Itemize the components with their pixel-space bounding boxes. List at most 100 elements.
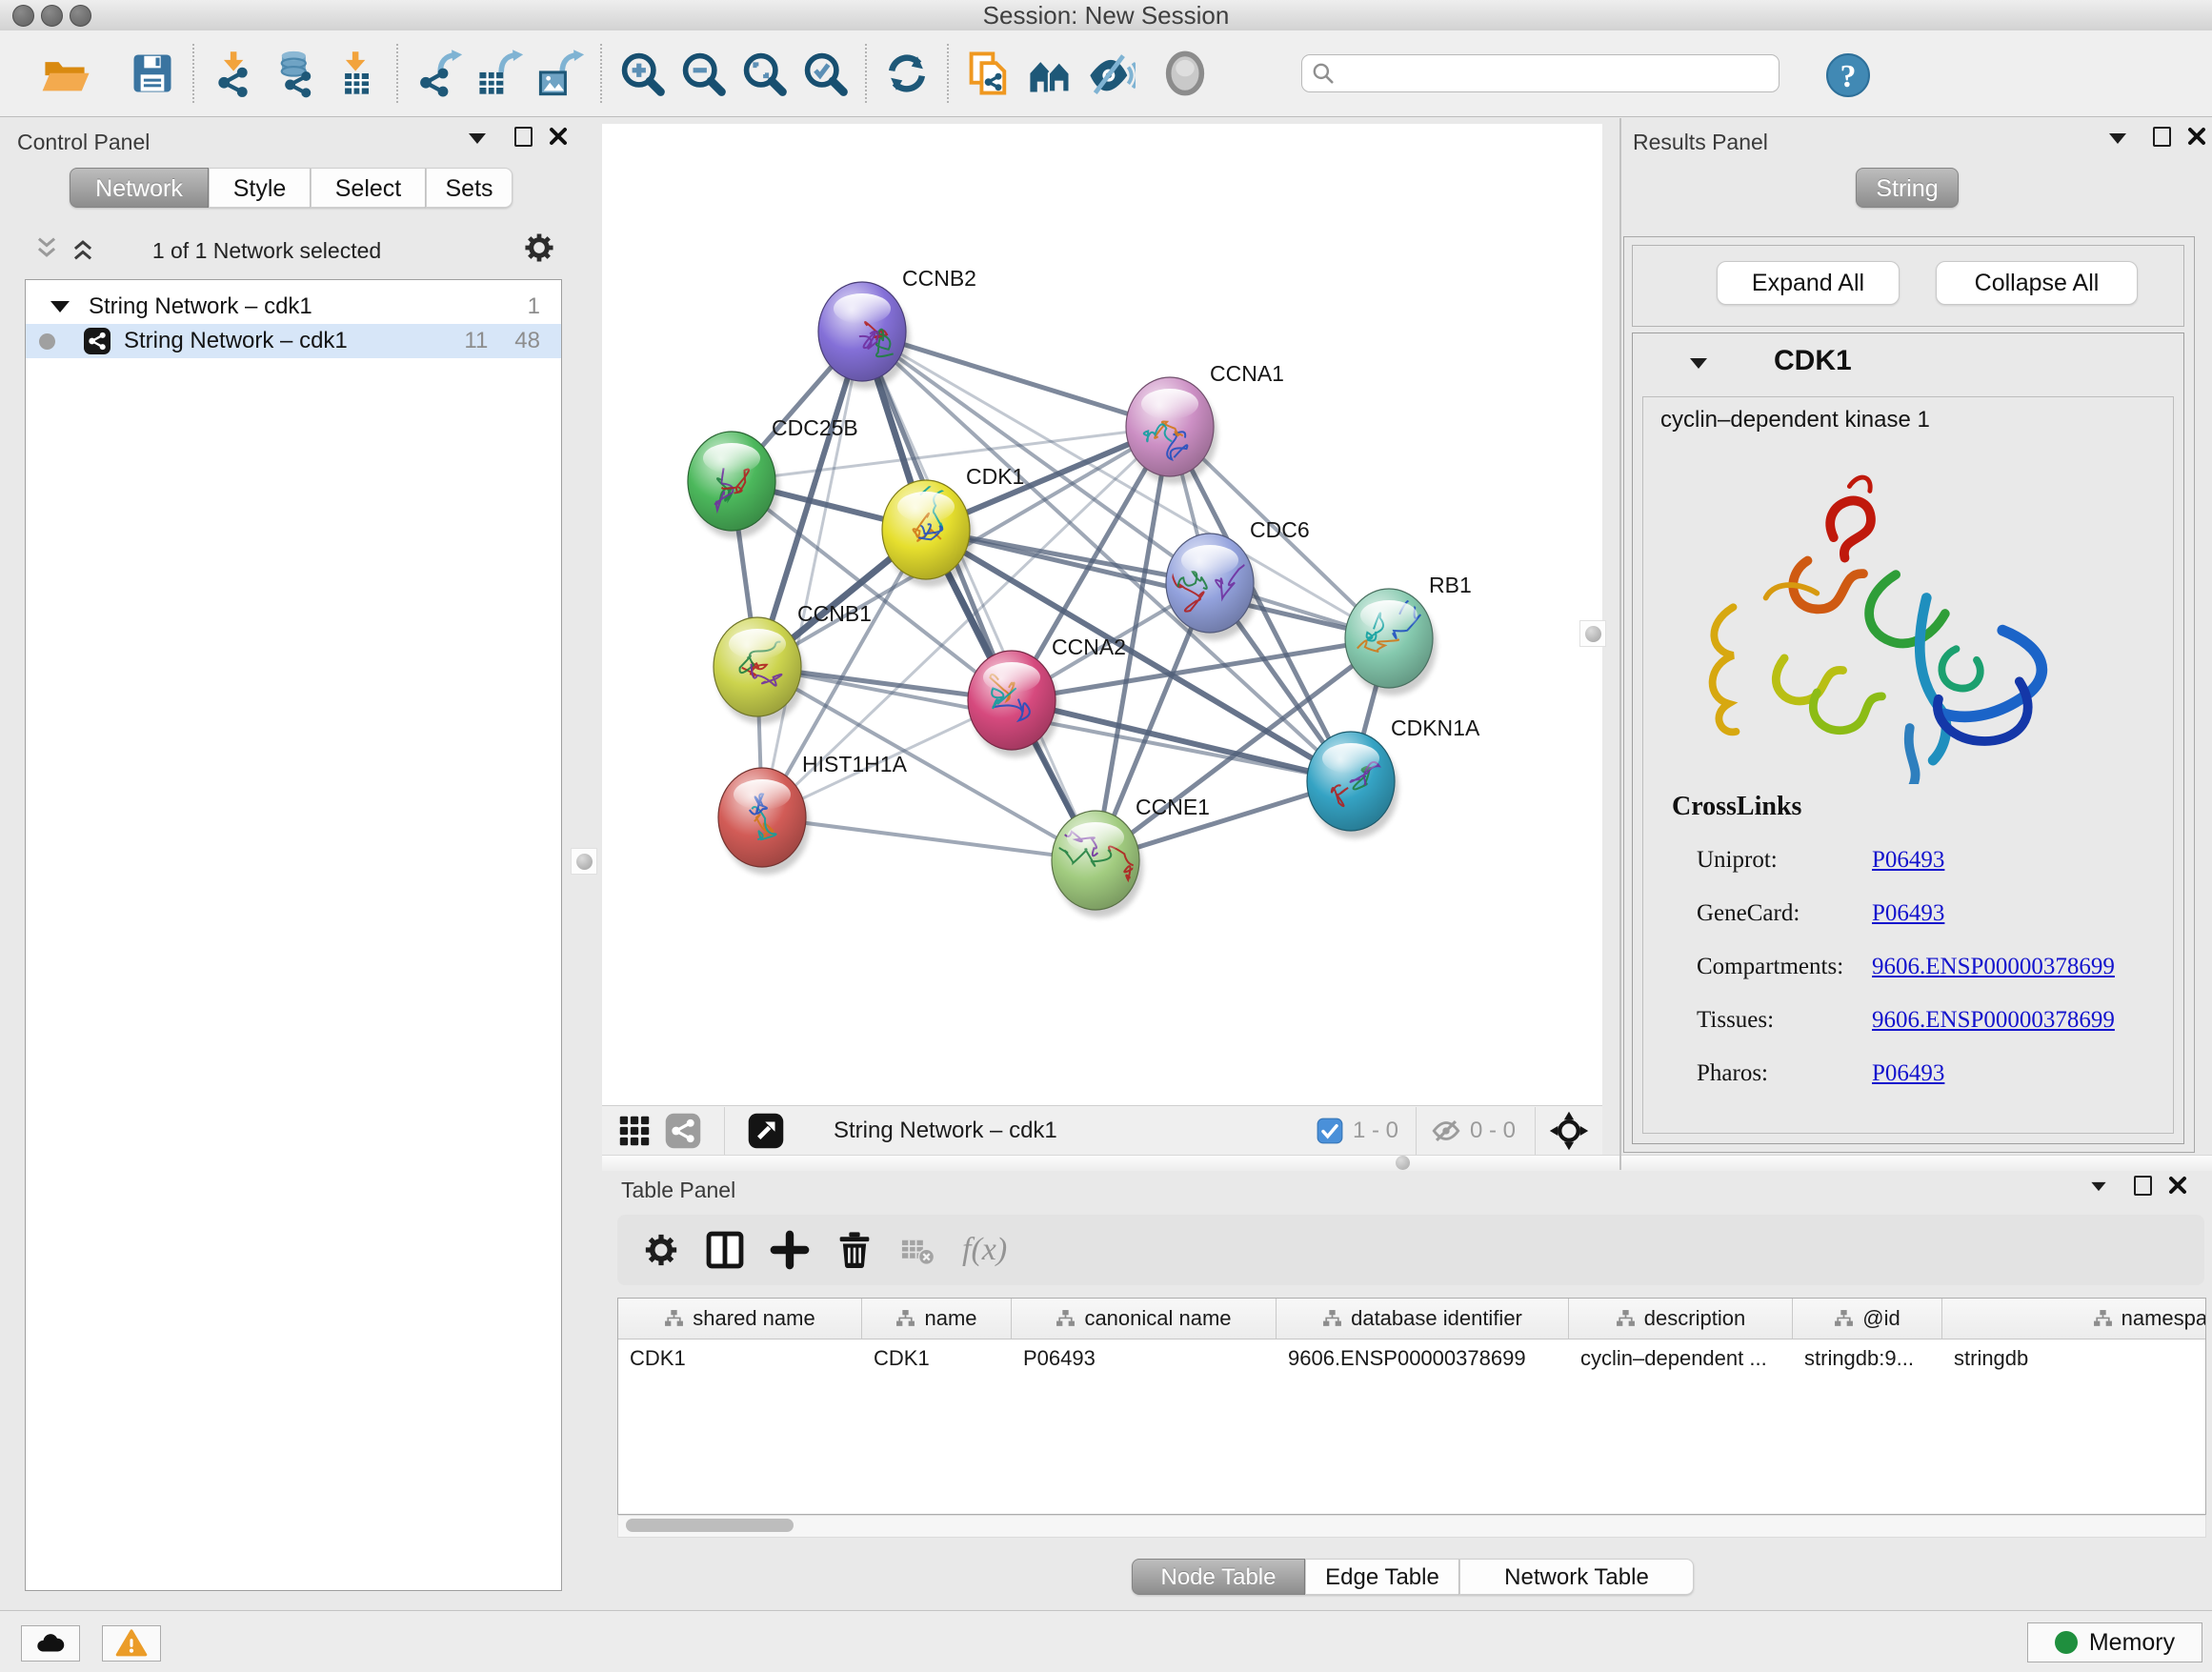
column-attribute-icon [1056, 1309, 1076, 1329]
crosslink-link[interactable]: 9606.ENSP00000378699 [1872, 954, 2115, 980]
tab-select[interactable]: Select [311, 168, 426, 208]
network-canvas[interactable]: CCNB2CCNA1CDC25BCDK1CDC6RB1CCNB1CCNA2CDK… [602, 124, 1602, 1105]
hide-graphics-details-button[interactable] [1080, 43, 1141, 104]
network-node-rb1: RB1 [1345, 573, 1472, 695]
clone-network-button[interactable] [958, 43, 1019, 104]
right-splitter-grip[interactable] [1579, 620, 1606, 647]
table-cell[interactable]: stringdb [1942, 1340, 2206, 1378]
crosslink-row: GeneCard:P06493 [1697, 887, 2154, 940]
collapse-all-button[interactable]: Collapse All [1936, 261, 2138, 305]
panel-float-icon[interactable] [2153, 127, 2171, 147]
birdseye-toggle-button[interactable] [1019, 43, 1080, 104]
help-button[interactable]: ? [1820, 47, 1873, 100]
import-network-file-button[interactable] [204, 43, 265, 104]
node-table[interactable]: shared namenamecanonical namedatabase id… [617, 1298, 2206, 1515]
tab-network-table[interactable]: Network Table [1459, 1559, 1694, 1595]
zoom-in-button[interactable] [612, 43, 673, 104]
table-cell[interactable]: CDK1 [618, 1340, 862, 1378]
column-header-sharedname[interactable]: shared name [618, 1299, 862, 1339]
tab-style[interactable]: Style [209, 168, 311, 208]
crosslink-link[interactable]: P06493 [1872, 900, 1944, 927]
panel-menu-caret-icon[interactable] [2091, 1182, 2105, 1191]
crosslink-row: Compartments:9606.ENSP00000378699 [1697, 940, 2154, 994]
scrollbar-thumb[interactable] [626, 1519, 794, 1532]
panel-float-icon[interactable] [2134, 1176, 2152, 1196]
table-cell[interactable]: stringdb:9... [1793, 1340, 1942, 1378]
column-header-name[interactable]: name [862, 1299, 1012, 1339]
selected-checkbox-icon[interactable] [1317, 1118, 1343, 1144]
horizontal-splitter-grip[interactable] [1396, 1156, 1410, 1170]
delete-column-trash-icon[interactable] [835, 1230, 875, 1270]
tab-network[interactable]: Network [70, 168, 209, 208]
network-node-ccnb2: CCNB2 [818, 266, 976, 389]
export-table-icon [474, 49, 524, 98]
crosslink-link[interactable]: P06493 [1872, 1060, 1944, 1087]
network-node-count: 11 [464, 328, 488, 354]
refresh-icon [882, 49, 932, 98]
crosslink-row: Tissues:9606.ENSP00000378699 [1697, 994, 2154, 1047]
network-row-selected[interactable]: String Network – cdk1 11 48 [26, 324, 561, 358]
table-row[interactable]: CDK1CDK1P064939606.ENSP00000378699cyclin… [618, 1340, 2205, 1378]
import-table-file-button[interactable] [326, 43, 387, 104]
export-table-button[interactable] [469, 43, 530, 104]
tab-edge-table[interactable]: Edge Table [1305, 1559, 1459, 1595]
tab-node-table[interactable]: Node Table [1132, 1559, 1305, 1595]
open-session-button[interactable] [34, 43, 95, 104]
memory-label: Memory [2089, 1629, 2175, 1657]
birdseye-view-icon[interactable] [748, 1113, 784, 1149]
panel-float-icon[interactable] [514, 127, 533, 147]
tab-string[interactable]: String [1856, 168, 1959, 208]
column-header-namespace[interactable]: namespace [1942, 1299, 2206, 1339]
zoom-selected-button[interactable] [794, 43, 855, 104]
expand-all-button[interactable]: Expand All [1717, 261, 1900, 305]
warnings-button[interactable] [102, 1625, 161, 1662]
grid-view-icon[interactable] [617, 1114, 652, 1148]
tree-expander-icon[interactable] [50, 301, 70, 312]
table-horizontal-scrollbar[interactable] [617, 1515, 2206, 1538]
refresh-button[interactable] [876, 43, 937, 104]
column-header-id[interactable]: @id [1793, 1299, 1942, 1339]
panel-menu-caret-icon[interactable] [469, 133, 486, 144]
crosslink-link[interactable]: 9606.ENSP00000378699 [1872, 1007, 2115, 1034]
show-columns-icon[interactable] [705, 1230, 745, 1270]
left-splitter-grip[interactable] [571, 848, 597, 875]
zoom-fit-button[interactable] [734, 43, 794, 104]
memory-button[interactable]: Memory [2027, 1622, 2202, 1662]
status-bar: Memory [0, 1610, 2212, 1672]
gene-section-caret-icon[interactable] [1690, 358, 1707, 369]
column-header-description[interactable]: description [1569, 1299, 1793, 1339]
export-image-button[interactable] [530, 43, 591, 104]
panel-close-icon[interactable] [2168, 1176, 2187, 1195]
search-icon [1311, 61, 1336, 86]
column-header-canonicalname[interactable]: canonical name [1012, 1299, 1277, 1339]
zoom-out-button[interactable] [673, 43, 734, 104]
panel-menu-caret-icon[interactable] [2109, 133, 2126, 144]
table-cell[interactable]: cyclin–dependent ... [1569, 1340, 1793, 1378]
import-network-database-button[interactable] [265, 43, 326, 104]
svg-text:RB1: RB1 [1429, 573, 1472, 597]
panel-close-icon[interactable] [2187, 127, 2206, 146]
show-graphics-details-button[interactable] [1155, 43, 1216, 104]
table-cell[interactable]: 9606.ENSP00000378699 [1277, 1340, 1569, 1378]
search-input[interactable] [1301, 54, 1780, 92]
network-collection-row[interactable]: String Network – cdk1 1 [26, 290, 561, 324]
crosslink-link[interactable]: P06493 [1872, 847, 1944, 874]
collapse-all-tree-icon[interactable] [32, 234, 61, 263]
zoom-fit-icon [739, 49, 789, 98]
export-network-button[interactable] [408, 43, 469, 104]
network-options-gear-icon[interactable] [522, 231, 556, 265]
create-column-plus-icon[interactable] [770, 1230, 810, 1270]
tab-sets[interactable]: Sets [426, 168, 513, 208]
table-settings-gear-icon[interactable] [642, 1231, 680, 1269]
share-view-icon[interactable] [665, 1113, 701, 1149]
zoom-in-icon [617, 49, 667, 98]
table-cell[interactable]: P06493 [1012, 1340, 1277, 1378]
expand-all-tree-icon[interactable] [69, 234, 97, 263]
column-header-databaseidentifier[interactable]: database identifier [1277, 1299, 1569, 1339]
table-cell[interactable]: CDK1 [862, 1340, 1012, 1378]
panel-close-icon[interactable] [549, 127, 568, 146]
save-session-button[interactable] [122, 43, 183, 104]
cloud-status-button[interactable] [21, 1625, 80, 1662]
fit-selected-crosshair-icon[interactable] [1549, 1111, 1589, 1151]
crosslink-row: Uniprot:P06493 [1697, 834, 2154, 887]
